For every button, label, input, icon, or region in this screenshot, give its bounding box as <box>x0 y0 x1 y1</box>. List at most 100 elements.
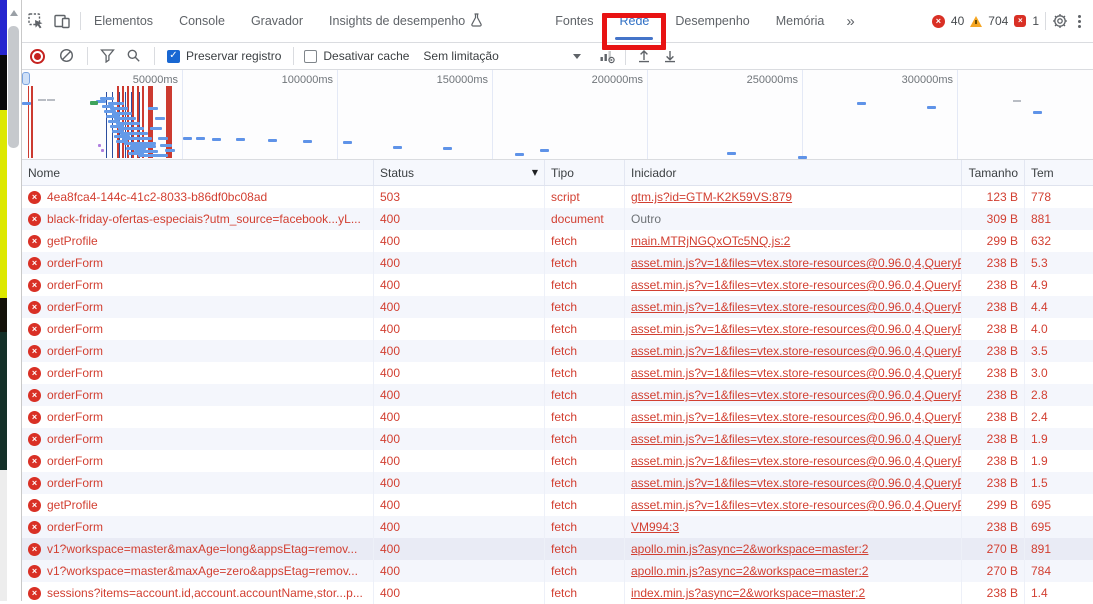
column-header-tem[interactable]: Tem <box>1025 160 1093 185</box>
tab-label: Fontes <box>555 14 593 28</box>
table-row[interactable]: ×orderForm400fetchasset.min.js?v=1&files… <box>22 340 1093 362</box>
table-row[interactable]: ×v1?workspace=master&maxAge=zero&appsEta… <box>22 560 1093 582</box>
table-row[interactable]: ×orderForm400fetchasset.min.js?v=1&files… <box>22 450 1093 472</box>
cell-name[interactable]: ×v1?workspace=master&maxAge=long&appsEta… <box>22 538 374 560</box>
initiator-link[interactable]: gtm.js?id=GTM-K2K59VS:879 <box>631 190 792 204</box>
initiator-link[interactable]: VM994:3 <box>631 520 679 534</box>
table-row[interactable]: ×orderForm400fetchasset.min.js?v=1&files… <box>22 274 1093 296</box>
cell-name[interactable]: ×orderForm <box>22 296 374 318</box>
cell-name[interactable]: ×orderForm <box>22 406 374 428</box>
network-overview[interactable]: 50000ms100000ms150000ms200000ms250000ms3… <box>22 70 1093 160</box>
column-header-status[interactable]: Status▼ <box>374 160 545 185</box>
issues-icon[interactable]: × <box>1014 15 1026 27</box>
initiator-link[interactable]: apollo.min.js?async=2&workspace=master:2 <box>631 542 868 556</box>
tab-overflow-chevron[interactable]: » <box>837 0 863 42</box>
cell-name[interactable]: ×orderForm <box>22 274 374 296</box>
table-row[interactable]: ×getProfile400fetchmain.MTRjNGQxOTc5NQ.j… <box>22 230 1093 252</box>
cell-type: script <box>545 186 625 208</box>
cell-name[interactable]: ×orderForm <box>22 472 374 494</box>
cell-name[interactable]: ×orderForm <box>22 362 374 384</box>
waterfall-bar <box>540 149 549 152</box>
table-row[interactable]: ×orderForm400fetchasset.min.js?v=1&files… <box>22 252 1093 274</box>
warning-count-icon[interactable] <box>970 16 982 27</box>
initiator-link[interactable]: apollo.min.js?async=2&workspace=master:2 <box>631 564 868 578</box>
cell-name[interactable]: ×orderForm <box>22 340 374 362</box>
import-har-icon[interactable] <box>636 48 652 64</box>
page-scrollbar[interactable] <box>7 0 21 601</box>
column-header-iniciador[interactable]: Iniciador <box>625 160 962 185</box>
cell-name[interactable]: ×orderForm <box>22 384 374 406</box>
initiator-link[interactable]: asset.min.js?v=1&files=vtex.store-resour… <box>631 476 962 490</box>
tab-fontes[interactable]: Fontes <box>542 0 606 42</box>
cell-name[interactable]: ×getProfile <box>22 494 374 516</box>
initiator-link[interactable]: asset.min.js?v=1&files=vtex.store-resour… <box>631 432 962 446</box>
initiator-link[interactable]: asset.min.js?v=1&files=vtex.store-resour… <box>631 454 962 468</box>
overview-drag-handle[interactable] <box>22 72 30 85</box>
cell-status: 400 <box>374 296 545 318</box>
timeline-event-line <box>31 86 33 158</box>
checkbox-unchecked-icon[interactable] <box>304 50 317 63</box>
cell-name[interactable]: ×4ea8fca4-144c-41c2-8033-b86df0bc08ad <box>22 186 374 208</box>
table-row[interactable]: ×orderForm400fetchasset.min.js?v=1&files… <box>22 318 1093 340</box>
timeline-tick-label: 150000ms <box>437 74 492 86</box>
disable-cache-checkbox[interactable]: Desativar cache <box>304 49 409 63</box>
cell-name[interactable]: ×black-friday-ofertas-especiais?utm_sour… <box>22 208 374 230</box>
cell-initiator: asset.min.js?v=1&files=vtex.store-resour… <box>625 296 962 318</box>
export-har-icon[interactable] <box>662 48 678 64</box>
device-toolbar-icon[interactable] <box>54 13 70 29</box>
tab-gravador[interactable]: Gravador <box>238 0 316 42</box>
initiator-link[interactable]: asset.min.js?v=1&files=vtex.store-resour… <box>631 366 962 380</box>
initiator-link[interactable]: asset.min.js?v=1&files=vtex.store-resour… <box>631 300 962 314</box>
column-header-tipo[interactable]: Tipo <box>545 160 625 185</box>
error-count-icon[interactable]: × <box>932 15 945 28</box>
throttling-select[interactable]: Sem limitação <box>423 49 581 63</box>
request-name: orderForm <box>47 388 103 402</box>
kebab-menu-icon[interactable] <box>1074 15 1085 28</box>
table-row[interactable]: ×orderForm400fetchasset.min.js?v=1&files… <box>22 428 1093 450</box>
initiator-link[interactable]: asset.min.js?v=1&files=vtex.store-resour… <box>631 498 962 512</box>
table-row[interactable]: ×orderForm400fetchasset.min.js?v=1&files… <box>22 472 1093 494</box>
initiator-link[interactable]: asset.min.js?v=1&files=vtex.store-resour… <box>631 388 962 402</box>
tab-mem-ria[interactable]: Memória <box>763 0 838 42</box>
table-row[interactable]: ×4ea8fca4-144c-41c2-8033-b86df0bc08ad503… <box>22 186 1093 208</box>
tab-desempenho[interactable]: Desempenho <box>662 0 762 42</box>
column-header-nome[interactable]: Nome <box>22 160 374 185</box>
cell-name[interactable]: ×orderForm <box>22 252 374 274</box>
preserve-log-checkbox[interactable]: ✓ Preservar registro <box>167 49 281 63</box>
network-conditions-icon[interactable] <box>599 48 615 64</box>
inspect-element-icon[interactable] <box>28 13 44 29</box>
initiator-link[interactable]: index.min.js?async=2&workspace=master:2 <box>631 586 865 600</box>
table-row[interactable]: ×orderForm400fetchasset.min.js?v=1&files… <box>22 296 1093 318</box>
tab-console[interactable]: Console <box>166 0 238 42</box>
cell-name[interactable]: ×orderForm <box>22 450 374 472</box>
cell-name[interactable]: ×orderForm <box>22 516 374 538</box>
scrollbar-thumb[interactable] <box>8 26 19 148</box>
initiator-link[interactable]: asset.min.js?v=1&files=vtex.store-resour… <box>631 410 962 424</box>
cell-name[interactable]: ×orderForm <box>22 428 374 450</box>
table-row[interactable]: ×getProfile400fetchasset.min.js?v=1&file… <box>22 494 1093 516</box>
settings-gear-icon[interactable] <box>1052 13 1068 29</box>
cell-name[interactable]: ×v1?workspace=master&maxAge=zero&appsEta… <box>22 560 374 582</box>
table-row[interactable]: ×black-friday-ofertas-especiais?utm_sour… <box>22 208 1093 230</box>
table-row[interactable]: ×orderForm400fetchasset.min.js?v=1&files… <box>22 406 1093 428</box>
tab-insights-de-desempenho[interactable]: Insights de desempenho <box>316 0 496 42</box>
cell-name[interactable]: ×getProfile <box>22 230 374 252</box>
table-row[interactable]: ×orderForm400fetchasset.min.js?v=1&files… <box>22 384 1093 406</box>
column-header-tamanho[interactable]: Tamanho <box>962 160 1025 185</box>
tab-elementos[interactable]: Elementos <box>81 0 166 42</box>
initiator-link[interactable]: asset.min.js?v=1&files=vtex.store-resour… <box>631 256 962 270</box>
search-icon[interactable] <box>126 48 142 64</box>
checkbox-checked-icon[interactable]: ✓ <box>167 50 180 63</box>
table-row[interactable]: ×orderForm400fetchasset.min.js?v=1&files… <box>22 362 1093 384</box>
initiator-link[interactable]: asset.min.js?v=1&files=vtex.store-resour… <box>631 344 962 358</box>
initiator-link[interactable]: main.MTRjNGQxOTc5NQ.js:2 <box>631 234 790 248</box>
scroll-up-arrow-icon[interactable] <box>10 10 18 16</box>
record-button[interactable] <box>30 49 45 64</box>
filter-icon[interactable] <box>100 48 116 64</box>
table-row[interactable]: ×orderForm400fetchVM994:3238 B695 <box>22 516 1093 538</box>
cell-name[interactable]: ×orderForm <box>22 318 374 340</box>
initiator-link[interactable]: asset.min.js?v=1&files=vtex.store-resour… <box>631 278 962 292</box>
initiator-link[interactable]: asset.min.js?v=1&files=vtex.store-resour… <box>631 322 962 336</box>
clear-icon[interactable] <box>59 48 75 64</box>
table-row[interactable]: ×v1?workspace=master&maxAge=long&appsEta… <box>22 538 1093 560</box>
